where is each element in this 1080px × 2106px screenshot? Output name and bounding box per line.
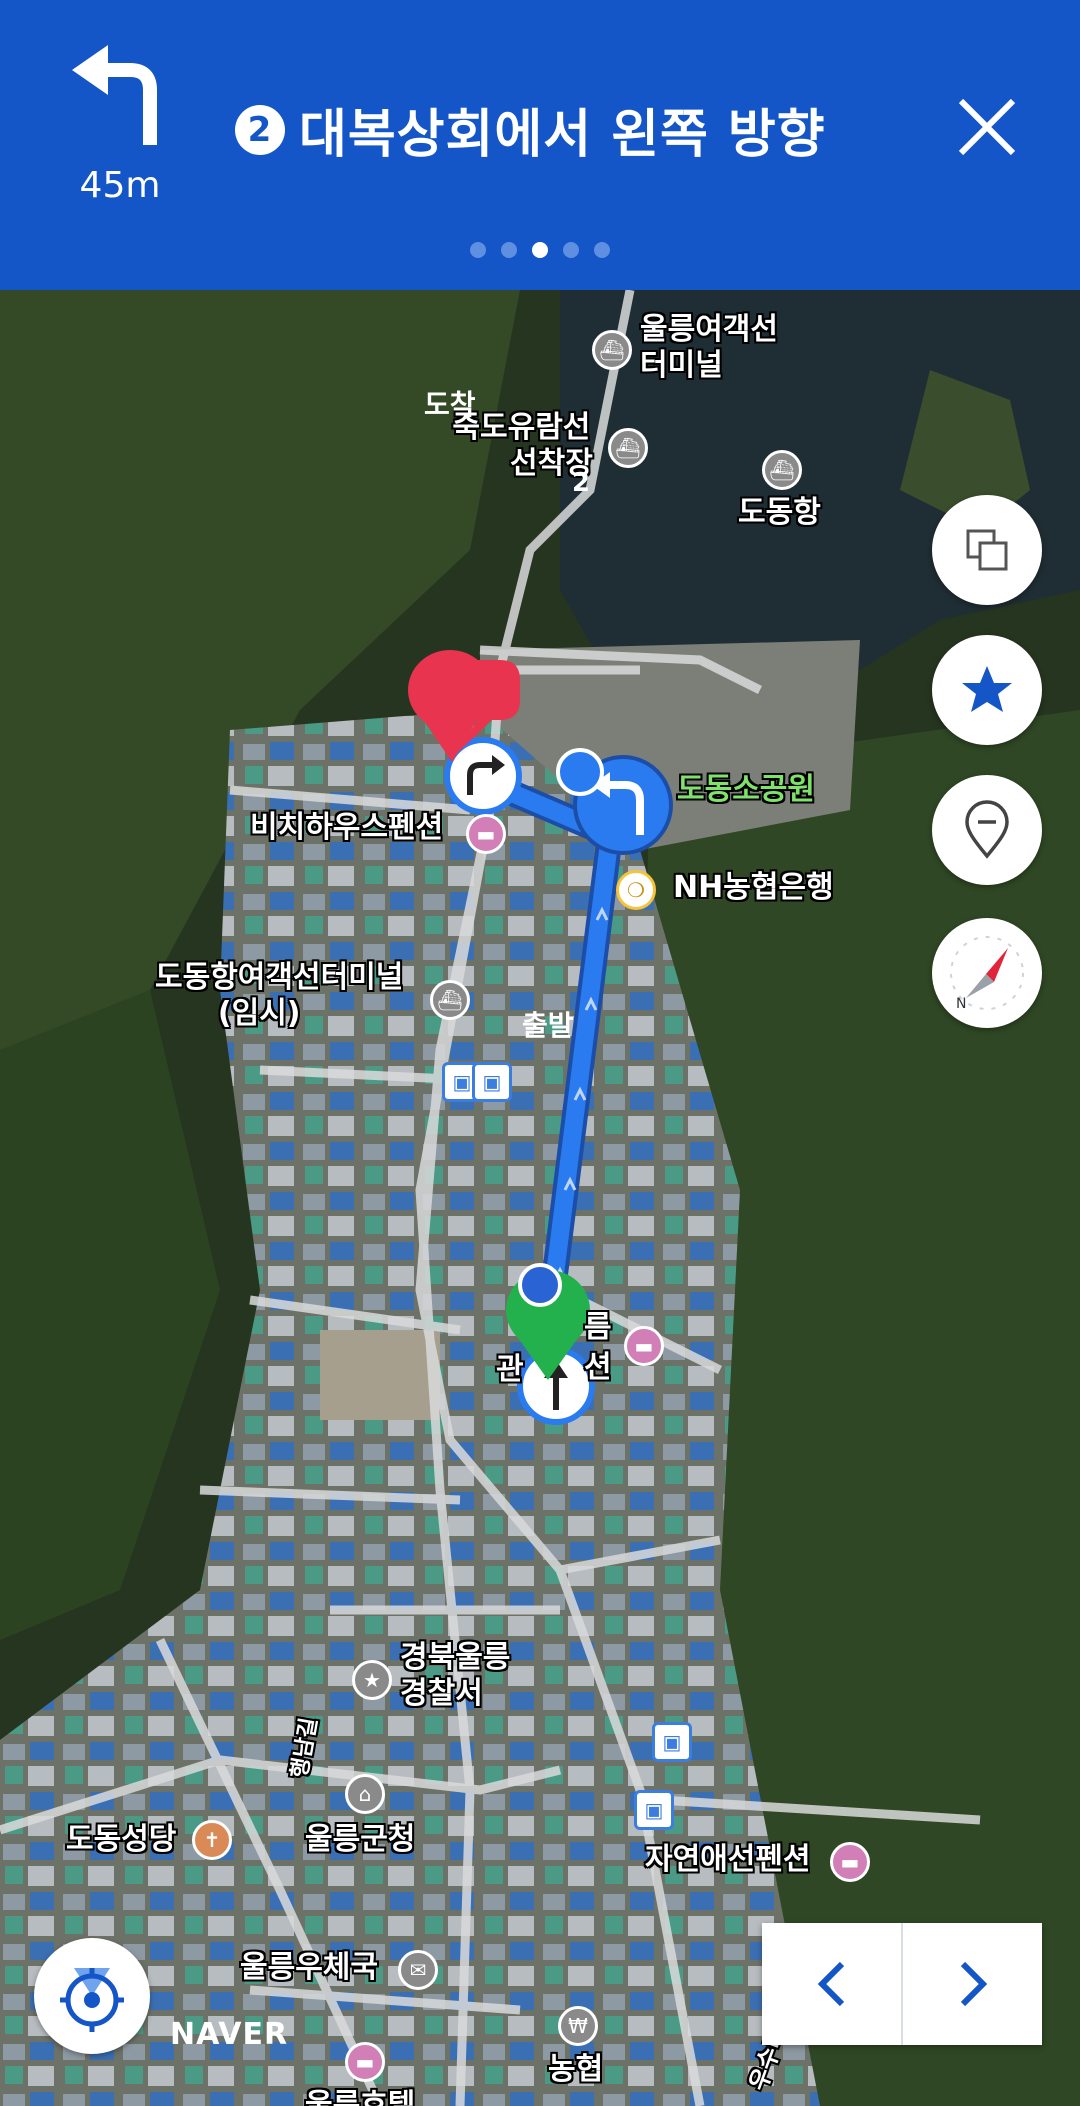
pager-dot[interactable] [501, 242, 517, 258]
naver-logo: NAVER [170, 2017, 289, 2052]
bus-stop-icon[interactable]: ▣ [652, 1722, 692, 1762]
pager-dot-active[interactable] [532, 242, 548, 258]
map-label-pension-bichi[interactable]: 비치하우스펜션 [250, 810, 443, 846]
map-label-dodong-port[interactable]: 도동항 [738, 495, 821, 531]
map-label-pension-partial[interactable]: 관 [496, 1352, 524, 1388]
next-step-button[interactable] [901, 1923, 1042, 2045]
close-icon[interactable] [955, 95, 1019, 159]
chevron-left-icon [817, 1961, 844, 2007]
map-label-park[interactable]: 도동소공원 [677, 772, 815, 808]
post-office-icon[interactable]: ✉ [398, 1950, 438, 1990]
location-pin-icon [965, 800, 1009, 859]
ferry-icon[interactable]: ⛴ [430, 980, 470, 1020]
map-label-police[interactable]: 경북울릉 경찰서 [400, 1640, 510, 1712]
map-label-hotel[interactable]: 울릉호텔 [305, 2088, 415, 2106]
departure-label: 출발 [522, 1009, 574, 1042]
location-heading-icon [60, 1968, 124, 2032]
current-location-button[interactable] [34, 1938, 150, 2054]
ferry-icon[interactable]: ⛴ [592, 330, 632, 370]
pager-dot[interactable] [594, 242, 610, 258]
star-icon [962, 666, 1012, 712]
previous-step-button[interactable] [762, 1923, 901, 2045]
route-step-label: 2 [572, 468, 591, 498]
map-label-ferry-terminal[interactable]: 울릉여객선 터미널 [640, 312, 778, 384]
turn-instruction: 2 대복상회에서 왼쪽 방향 [235, 92, 826, 167]
map-label-nonghyup[interactable]: 농협 [548, 2052, 603, 2088]
map-label-county-office[interactable]: 울릉군청 [305, 1822, 415, 1858]
turn-left-icon [72, 45, 157, 145]
step-number-badge: 2 [235, 104, 285, 155]
lodging-icon[interactable]: ▬ [624, 1326, 664, 1366]
layers-button[interactable] [932, 495, 1042, 605]
lodging-icon[interactable]: ▬ [830, 1842, 870, 1882]
step-pager-dots[interactable] [470, 242, 610, 258]
compass-button[interactable]: N [932, 918, 1042, 1028]
map-label-nh-bank[interactable]: NH농협은행 [673, 870, 834, 906]
instruction-text: 대복상회에서 왼쪽 방향 [299, 105, 826, 165]
chevron-right-icon [960, 1961, 987, 2007]
layers-icon [966, 529, 1008, 571]
map-label-pension-nature[interactable]: 자연애선펜션 [645, 1842, 811, 1878]
bus-stop-icon[interactable]: ▣ [472, 1062, 512, 1102]
favorite-button[interactable] [932, 635, 1042, 745]
map-label-pension-partial[interactable]: 션 [584, 1350, 612, 1386]
government-icon[interactable]: ⌂ [345, 1774, 385, 1814]
bank-icon[interactable]: ❍ [616, 870, 656, 910]
map-label-temp-terminal[interactable]: 도동항여객선터미널 (임시) [155, 960, 403, 1032]
compass-icon: N [950, 936, 1024, 1012]
map-label-church[interactable]: 도동성당 [66, 1822, 176, 1858]
atm-icon[interactable]: ₩ [558, 2006, 598, 2046]
pager-dot[interactable] [563, 242, 579, 258]
lodging-icon[interactable]: ▬ [466, 814, 506, 854]
bus-stop-icon[interactable]: ▣ [634, 1790, 674, 1830]
navigation-header: 45m 2 대복상회에서 왼쪽 방향 [0, 0, 1080, 290]
map-label-post-office[interactable]: 울릉우체국 [240, 1950, 378, 1986]
satellite-map[interactable]: 울릉여객선 터미널 ⛴ 죽도유람선 선착장 ⛴ ⛴ 도동항 도동소공원 ❍ NH농협… [0, 290, 1080, 2106]
ferry-icon[interactable]: ⛴ [608, 428, 648, 468]
lodging-icon[interactable]: ▬ [345, 2042, 385, 2082]
arrival-label: 도착 [424, 388, 476, 421]
police-icon[interactable]: ★ [352, 1660, 392, 1700]
step-navigation [762, 1923, 1042, 2045]
church-icon[interactable]: ✝ [192, 1820, 232, 1860]
ferry-icon[interactable]: ⛴ [762, 450, 802, 490]
pin-button[interactable] [932, 775, 1042, 885]
pager-dot[interactable] [470, 242, 486, 258]
svg-text:N: N [956, 996, 966, 1012]
map-label-pension-partial[interactable]: 름 [584, 1310, 612, 1346]
turn-distance: 45m [79, 165, 161, 206]
